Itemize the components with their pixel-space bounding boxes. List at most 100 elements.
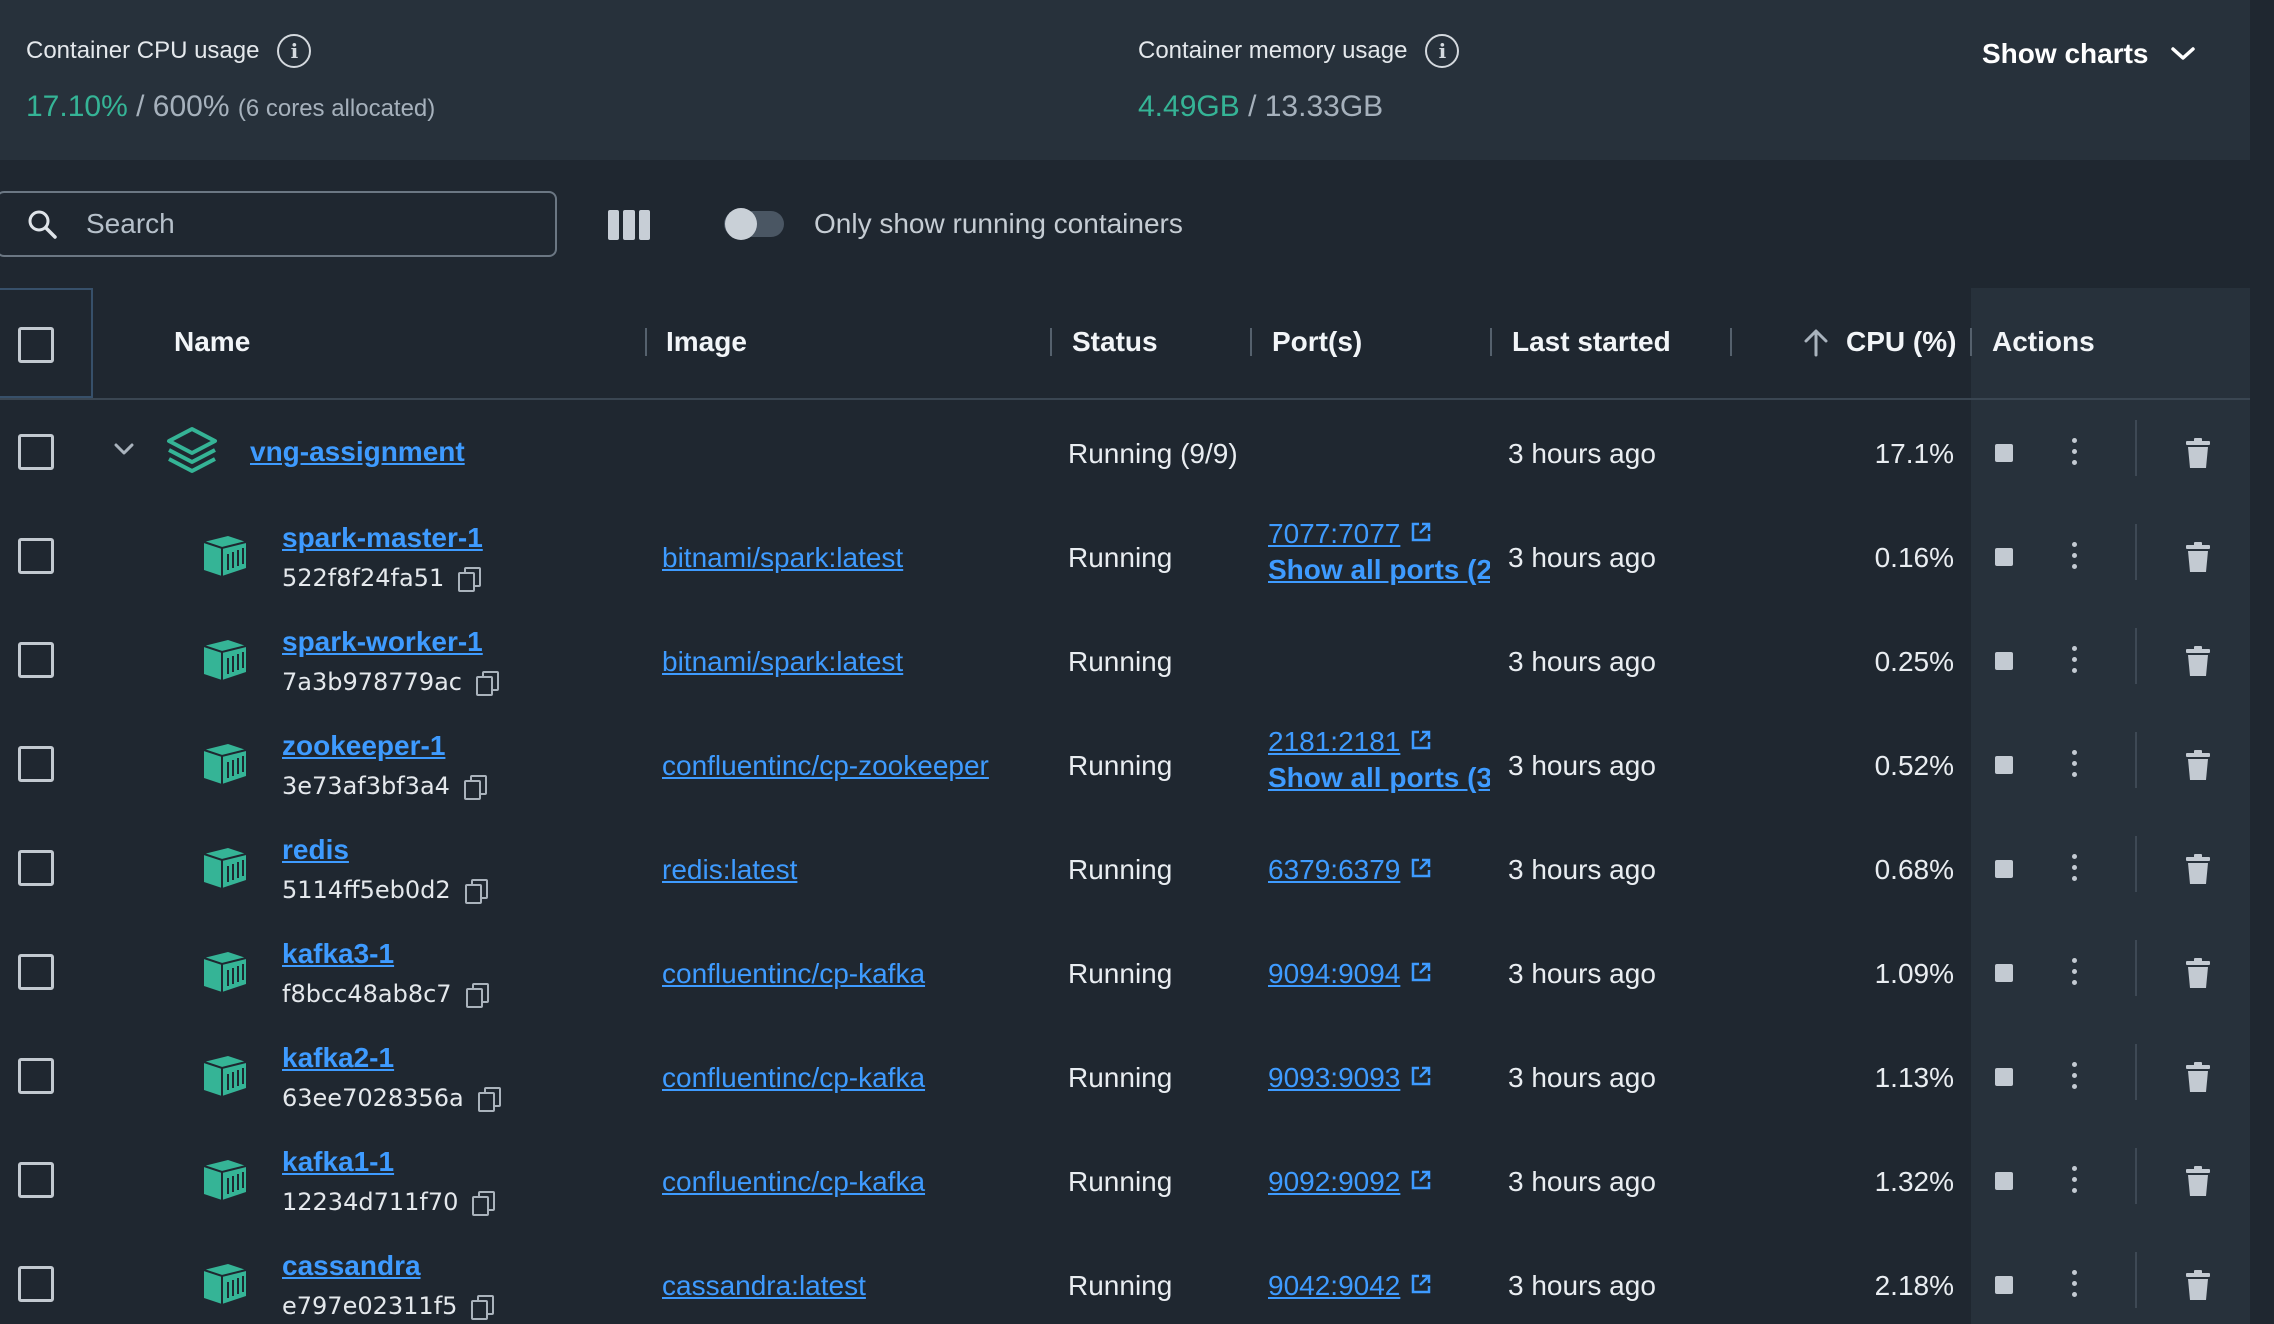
more-icon[interactable]	[2072, 1270, 2078, 1298]
row-checkbox[interactable]	[18, 1058, 54, 1094]
image-link[interactable]: confluentinc/cp-kafka	[662, 1166, 925, 1198]
trash-icon[interactable]	[2186, 542, 2210, 577]
more-icon[interactable]	[2072, 750, 2078, 778]
row-checkbox[interactable]	[18, 746, 54, 782]
show-charts-button[interactable]: Show charts	[1982, 38, 2196, 70]
trash-icon[interactable]	[2186, 854, 2210, 889]
container-name-link[interactable]: spark-master-1	[282, 522, 483, 554]
trash-icon[interactable]	[2186, 646, 2210, 681]
port-link[interactable]: 9042:9042	[1268, 1270, 1432, 1302]
container-name-link[interactable]: kafka1-1	[282, 1146, 394, 1178]
row-checkbox[interactable]	[18, 954, 54, 990]
stop-icon[interactable]	[1995, 964, 2013, 982]
group-name-link[interactable]: vng-assignment	[250, 436, 465, 468]
cpu-separator: /	[127, 90, 153, 123]
table-row[interactable]: spark-worker-1 7a3b978779ac bitnami/spark:…	[0, 608, 2250, 712]
port-link[interactable]: 2181:2181	[1268, 726, 1432, 758]
compose-group-row[interactable]: vng-assignment Running (9/9) 3 hours ago…	[0, 400, 2250, 504]
columns-icon[interactable]	[608, 210, 650, 240]
image-link[interactable]: cassandra:latest	[662, 1270, 866, 1302]
more-icon[interactable]	[2072, 646, 2078, 674]
copy-icon[interactable]	[463, 775, 487, 800]
trash-icon[interactable]	[2186, 1062, 2210, 1097]
table-row[interactable]: kafka2-1 63ee7028356a confluentinc/cp-kafk…	[0, 1024, 2250, 1128]
port-link[interactable]: 9094:9094	[1268, 958, 1432, 990]
table-row[interactable]: spark-master-1 522f8f24fa51 bitnami/spark:…	[0, 504, 2250, 608]
show-all-ports-link[interactable]: Show all ports (3)	[1268, 762, 1490, 794]
more-icon[interactable]	[2072, 542, 2078, 570]
image-link[interactable]: bitnami/spark:latest	[662, 646, 903, 678]
more-icon[interactable]	[2072, 438, 2078, 466]
trash-icon[interactable]	[2186, 1166, 2210, 1201]
stop-icon[interactable]	[1995, 860, 2013, 878]
more-icon[interactable]	[2072, 1062, 2078, 1090]
trash-icon[interactable]	[2186, 1270, 2210, 1305]
container-name-link[interactable]: spark-worker-1	[282, 626, 483, 658]
copy-icon[interactable]	[476, 671, 499, 696]
stop-icon[interactable]	[1995, 1172, 2013, 1190]
row-checkbox[interactable]	[18, 1162, 54, 1198]
stop-icon[interactable]	[1995, 756, 2013, 774]
container-name-link[interactable]: redis	[282, 834, 349, 866]
info-icon[interactable]: i	[277, 34, 312, 68]
container-name-link[interactable]: zookeeper-1	[282, 730, 445, 762]
stop-icon[interactable]	[1995, 652, 2013, 670]
port-link[interactable]: 7077:7077	[1268, 518, 1432, 550]
table-row[interactable]: kafka3-1 f8bcc48ab8c7 confluentinc/cp-kafk…	[0, 920, 2250, 1024]
column-header-status[interactable]: Status	[1072, 326, 1158, 358]
column-header-cpu[interactable]: CPU (%)	[1846, 326, 1956, 358]
stop-icon[interactable]	[1995, 1068, 2013, 1086]
stop-icon[interactable]	[1995, 548, 2013, 566]
trash-icon[interactable]	[2186, 958, 2210, 993]
container-id: f8bcc48ab8c7	[282, 980, 489, 1008]
port-link[interactable]: 9092:9092	[1268, 1166, 1432, 1198]
chevron-down-icon[interactable]	[112, 440, 136, 458]
copy-icon[interactable]	[458, 567, 482, 592]
more-icon[interactable]	[2072, 854, 2078, 882]
last-started: 3 hours ago	[1508, 958, 1656, 989]
image-link[interactable]: confluentinc/cp-kafka	[662, 1062, 925, 1094]
copy-icon[interactable]	[464, 879, 488, 904]
image-link[interactable]: bitnami/spark:latest	[662, 542, 903, 574]
copy-icon[interactable]	[472, 1191, 496, 1216]
stop-icon[interactable]	[1995, 1276, 2013, 1294]
image-link[interactable]: confluentinc/cp-kafka	[662, 958, 925, 990]
running-only-toggle[interactable]	[724, 208, 784, 240]
port-link[interactable]: 6379:6379	[1268, 854, 1432, 886]
column-header-ports[interactable]: Port(s)	[1272, 326, 1362, 358]
row-checkbox[interactable]	[18, 1266, 54, 1302]
table-row[interactable]: kafka1-1 12234d711f70 confluentinc/cp-kafk…	[0, 1128, 2250, 1232]
row-checkbox[interactable]	[18, 538, 54, 574]
image-link[interactable]: redis:latest	[662, 854, 797, 886]
more-icon[interactable]	[2072, 1166, 2078, 1194]
sort-ascending-icon[interactable]	[1802, 328, 1830, 358]
container-status: Running	[1068, 1166, 1173, 1197]
column-header-name[interactable]: Name	[174, 326, 250, 358]
table-row[interactable]: zookeeper-1 3e73af3bf3a4 confluentinc/cp-z…	[0, 712, 2250, 816]
trash-icon[interactable]	[2186, 750, 2210, 785]
image-link[interactable]: confluentinc/cp-zookeeper	[662, 750, 989, 782]
column-header-last-started[interactable]: Last started	[1512, 326, 1671, 358]
container-name-link[interactable]: kafka2-1	[282, 1042, 394, 1074]
container-name-link[interactable]: kafka3-1	[282, 938, 394, 970]
last-started: 3 hours ago	[1508, 542, 1656, 573]
show-all-ports-link[interactable]: Show all ports (2)	[1268, 554, 1490, 586]
table-row[interactable]: cassandra e797e02311f5 cassandra:latest Run…	[0, 1232, 2250, 1324]
container-id: 5114ff5eb0d2	[282, 876, 488, 904]
row-checkbox[interactable]	[18, 642, 54, 678]
copy-icon[interactable]	[465, 983, 489, 1008]
container-name-link[interactable]: cassandra	[282, 1250, 421, 1282]
copy-icon[interactable]	[477, 1087, 501, 1112]
more-icon[interactable]	[2072, 958, 2078, 986]
info-icon[interactable]: i	[1425, 34, 1460, 68]
select-all-checkbox[interactable]	[18, 327, 54, 363]
table-row[interactable]: redis 5114ff5eb0d2 redis:latest Running 6379…	[0, 816, 2250, 920]
port-link[interactable]: 9093:9093	[1268, 1062, 1432, 1094]
stop-icon[interactable]	[1995, 444, 2013, 462]
row-checkbox[interactable]	[18, 850, 54, 886]
search-input[interactable]: Search	[0, 191, 557, 257]
row-checkbox[interactable]	[18, 434, 54, 470]
column-header-image[interactable]: Image	[666, 326, 747, 358]
trash-icon[interactable]	[2186, 438, 2210, 468]
copy-icon[interactable]	[471, 1295, 495, 1320]
